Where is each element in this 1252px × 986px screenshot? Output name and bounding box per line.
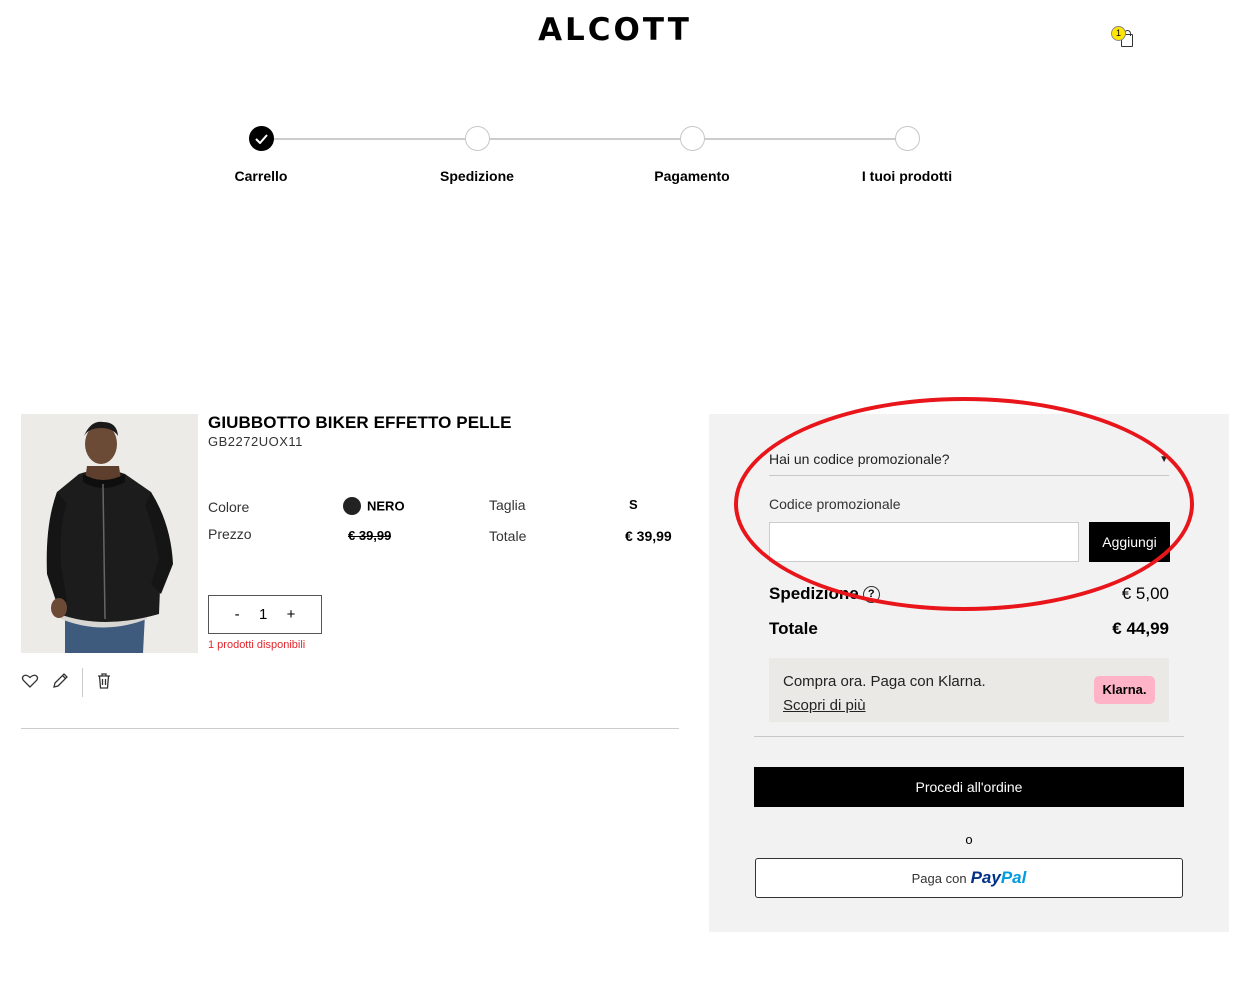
total-label: Totale [769, 619, 818, 638]
shipping-row: Spedizione? € 5,00 [769, 584, 1169, 604]
summary-divider [754, 736, 1184, 737]
step-label: Pagamento [654, 168, 730, 184]
klarna-text: Compra ora. Paga con Klarna. [783, 673, 986, 690]
klarna-learn-more-link[interactable]: Scopri di più [783, 694, 986, 718]
step-label: Spedizione [440, 168, 514, 184]
total-row: Totale € 44,99 [769, 619, 1169, 639]
promo-code-input[interactable] [769, 522, 1079, 562]
brand-logo[interactable]: ALCOTT [494, 12, 736, 48]
or-separator: o [965, 832, 973, 847]
product-divider [21, 728, 679, 729]
line-total-value: € 39,99 [625, 528, 672, 544]
qty-value: 1 [258, 606, 268, 623]
step-pagamento: Pagamento [602, 125, 782, 184]
shipping-label: Spedizione [769, 584, 859, 603]
help-icon[interactable]: ? [862, 585, 880, 603]
color-swatch [343, 497, 361, 515]
size-value: S [629, 497, 638, 512]
line-total-label: Totale [489, 528, 527, 544]
product-title[interactable]: GIUBBOTTO BIKER EFFETTO PELLE [208, 413, 512, 433]
klarna-banner: Compra ora. Paga con Klarna. Scopri di p… [769, 658, 1169, 722]
step-dot [894, 126, 920, 151]
check-icon [248, 126, 274, 151]
paypal-logo: PayPal [970, 868, 1027, 887]
availability-text: 1 prodotti disponibili [208, 639, 306, 651]
cart-button[interactable]: 1 [1108, 24, 1140, 52]
promo-toggle-label: Hai un codice promozionale? [769, 451, 950, 467]
qty-increase-button[interactable]: + [287, 606, 296, 623]
heart-icon[interactable] [21, 672, 39, 690]
size-label: Taglia [489, 497, 526, 513]
checkout-button[interactable]: Procedi all'ordine [754, 767, 1184, 807]
paypal-prefix: Paga con [911, 870, 967, 886]
qty-decrease-button[interactable]: - [235, 606, 240, 623]
quantity-stepper: - 1 + [208, 595, 322, 634]
step-carrello[interactable]: Carrello [171, 125, 351, 184]
logo-text: ALCOTT [538, 14, 692, 44]
color-value: NERO [343, 497, 405, 516]
icon-divider [82, 668, 83, 697]
chevron-down-icon: ▼ [1159, 454, 1169, 465]
step-tuoi-prodotti: I tuoi prodotti [817, 125, 997, 184]
step-label: Carrello [234, 168, 288, 184]
product-code: GB2272UOX11 [208, 434, 303, 449]
step-dot [464, 126, 490, 151]
shipping-value: € 5,00 [1121, 584, 1169, 603]
promo-code-label: Codice promozionale [769, 496, 901, 512]
trash-icon[interactable] [95, 672, 113, 690]
promo-code-toggle[interactable]: Hai un codice promozionale? ▼ [769, 451, 1169, 476]
klarna-logo: Klarna. [1094, 676, 1155, 704]
checkout-stepper: Carrello Spedizione Pagamento I tuoi pro… [0, 125, 1252, 195]
apply-promo-button[interactable]: Aggiungi [1089, 522, 1170, 562]
cart-count-badge: 1 [1111, 26, 1126, 41]
price-value: € 39,99 [348, 528, 392, 543]
step-spedizione: Spedizione [387, 125, 567, 184]
stepper-track [261, 138, 907, 140]
paypal-button[interactable]: Paga con PayPal [755, 858, 1183, 898]
color-name: NERO [367, 498, 405, 514]
step-label: I tuoi prodotti [861, 168, 953, 184]
product-image[interactable] [21, 414, 198, 653]
price-label: Prezzo [208, 526, 252, 542]
color-label: Colore [208, 499, 250, 515]
pencil-icon[interactable] [51, 672, 69, 690]
total-value: € 44,99 [1112, 619, 1169, 638]
step-dot [679, 126, 705, 151]
